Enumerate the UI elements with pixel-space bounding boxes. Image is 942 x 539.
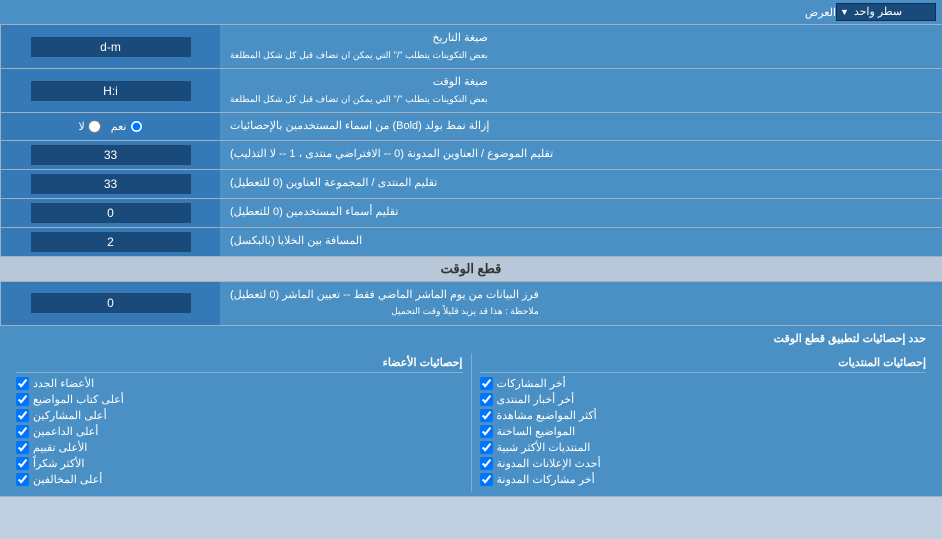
cb-forum-news-input[interactable] [480, 393, 493, 406]
cb-top-writers-input[interactable] [16, 393, 29, 406]
cb-top-violators-input[interactable] [16, 473, 29, 486]
titles-order-label: تقليم الموضوع / العناوين المدونة (0 -- ا… [220, 141, 942, 169]
cb-similar-forums-input[interactable] [480, 441, 493, 454]
cb-top-participants: أعلى المشاركين [16, 409, 463, 422]
lines-select-wrapper[interactable]: سطر واحدسطرينثلاثة أسطر [836, 3, 936, 21]
cb-latest-announcements: أحدث الإعلانات المدونة [480, 457, 927, 470]
cb-most-thankful-input[interactable] [16, 457, 29, 470]
bold-remove-input-wrapper: نعم لا [0, 113, 220, 140]
users-order-input[interactable] [31, 203, 191, 223]
titles-order-input-wrapper [0, 141, 220, 169]
display-label: العرض [6, 6, 836, 19]
cb-latest-announcements-input[interactable] [480, 457, 493, 470]
cb-blog-posts-input[interactable] [480, 473, 493, 486]
cb-top-rated: الأعلى تقييم [16, 441, 463, 454]
cb-top-supporters-input[interactable] [16, 425, 29, 438]
forums-stats-col: إحصائيات المنتديات أخر المشاركات أخر أخب… [472, 353, 935, 492]
time-format-row: صيغة الوقتبعض التكوينات يتطلب "/" التي ي… [0, 69, 942, 113]
forum-order-input[interactable] [31, 174, 191, 194]
cb-top-writers: أعلى كتاب المواضيع [16, 393, 463, 406]
bold-no-radio[interactable] [88, 120, 101, 133]
cb-top-supporters: أعلى الداعمين [16, 425, 463, 438]
col-divider [471, 353, 472, 492]
time-format-input-wrapper [0, 69, 220, 112]
users-order-label: تقليم أسماء المستخدمين (0 للتعطيل) [220, 199, 942, 227]
forum-order-row: تقليم المنتدى / المجموعة العناوين (0 للت… [0, 170, 942, 199]
main-container: سطر واحدسطرينثلاثة أسطر العرض صيغة التار… [0, 0, 942, 497]
bold-radio-group: نعم لا [79, 120, 143, 133]
time-cutoff-label: فرز البيانات من يوم الماشر الماضي فقط --… [220, 282, 942, 325]
bold-yes-radio[interactable] [130, 120, 143, 133]
lines-select[interactable]: سطر واحدسطرينثلاثة أسطر [836, 3, 936, 21]
checkboxes-grid: إحصائيات المنتديات أخر المشاركات أخر أخب… [8, 353, 934, 492]
time-format-input[interactable] [31, 81, 191, 101]
checkboxes-section: حدد إحصائيات لتطبيق قطع الوقت إحصائيات ا… [0, 326, 942, 497]
date-format-input-wrapper [0, 25, 220, 68]
forum-order-label: تقليم المنتدى / المجموعة العناوين (0 للت… [220, 170, 942, 198]
column-gap-input-wrapper [0, 228, 220, 256]
cb-top-violators: أعلى المخالفين [16, 473, 463, 486]
column-gap-label: المسافة بين الخلايا (بالبكسل) [220, 228, 942, 256]
date-format-row: صيغة التاريخبعض التكوينات يتطلب "/" التي… [0, 25, 942, 69]
cb-top-rated-input[interactable] [16, 441, 29, 454]
cb-last-posts-input[interactable] [480, 377, 493, 390]
time-cutoff-input[interactable] [31, 293, 191, 313]
members-stats-header: إحصائيات الأعضاء [16, 356, 463, 373]
time-cutoff-row: فرز البيانات من يوم الماشر الماضي فقط --… [0, 282, 942, 326]
cb-new-members: الأعضاء الجدد [16, 377, 463, 390]
stats-label-row: حدد إحصائيات لتطبيق قطع الوقت [8, 330, 934, 347]
users-order-input-wrapper [0, 199, 220, 227]
cb-top-participants-input[interactable] [16, 409, 29, 422]
bold-remove-label: إزالة نمط بولد (Bold) من اسماء المستخدمي… [220, 113, 942, 140]
stats-limit-label: حدد إحصائيات لتطبيق قطع الوقت [8, 330, 934, 347]
bold-remove-row: إزالة نمط بولد (Bold) من اسماء المستخدمي… [0, 113, 942, 141]
display-row: سطر واحدسطرينثلاثة أسطر العرض [0, 0, 942, 25]
bold-yes-label[interactable]: نعم [111, 120, 143, 133]
cb-most-thankful: الأكثر شكراً [16, 457, 463, 470]
cb-hot-topics-input[interactable] [480, 425, 493, 438]
time-cutoff-header: قطع الوقت [0, 257, 942, 282]
date-format-label: صيغة التاريخبعض التكوينات يتطلب "/" التي… [220, 25, 942, 68]
cb-most-viewed-input[interactable] [480, 409, 493, 422]
forum-order-input-wrapper [0, 170, 220, 198]
time-cutoff-input-wrapper [0, 282, 220, 325]
time-format-label: صيغة الوقتبعض التكوينات يتطلب "/" التي ي… [220, 69, 942, 112]
users-order-row: تقليم أسماء المستخدمين (0 للتعطيل) [0, 199, 942, 228]
titles-order-row: تقليم الموضوع / العناوين المدونة (0 -- ا… [0, 141, 942, 170]
date-format-input[interactable] [31, 37, 191, 57]
titles-order-input[interactable] [31, 145, 191, 165]
cb-forum-news: أخر أخبار المنتدى [480, 393, 927, 406]
column-gap-input[interactable] [31, 232, 191, 252]
members-stats-col: إحصائيات الأعضاء الأعضاء الجدد أعلى كتاب… [8, 353, 471, 492]
bold-no-label[interactable]: لا [79, 120, 101, 133]
cb-new-members-input[interactable] [16, 377, 29, 390]
column-gap-row: المسافة بين الخلايا (بالبكسل) [0, 228, 942, 257]
cb-most-viewed: أكثر المواضيع مشاهدة [480, 409, 927, 422]
cb-hot-topics: المواضيع الساخنة [480, 425, 927, 438]
cb-blog-posts: أخر مشاركات المدونة [480, 473, 927, 486]
cb-similar-forums: المنتديات الأكثر شبية [480, 441, 927, 454]
cb-last-posts: أخر المشاركات [480, 377, 927, 390]
forums-stats-header: إحصائيات المنتديات [480, 356, 927, 373]
